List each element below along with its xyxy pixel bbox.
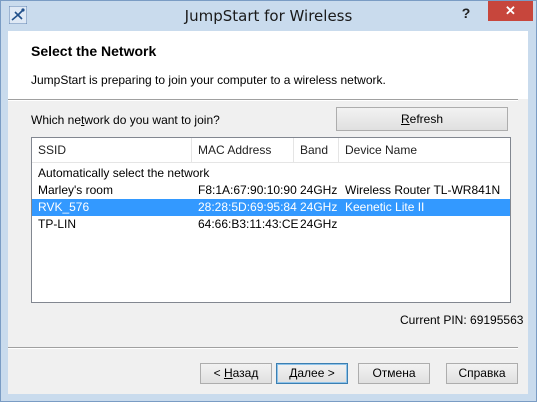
help-title-button[interactable]: ? [451,4,481,24]
column-header-mac[interactable]: MAC Address [192,138,294,162]
network-list[interactable]: SSID MAC Address Band Device Name Automa… [31,137,511,303]
footer-separator [8,347,518,349]
cell-band: 24GHz [300,217,338,231]
column-header-device[interactable]: Device Name [339,138,510,162]
dialog-client-area: Select the Network JumpStart is preparin… [8,31,528,394]
next-button[interactable]: Далее > [276,363,348,384]
header-separator [8,99,518,101]
network-question-label: Which network do you want to join? [31,113,220,127]
table-row-selected[interactable]: RVK_576 28:28:5D:69:95:84 24GHz Keenetic… [32,199,510,216]
dialog-window: JumpStart for Wireless ? ✕ Select the Ne… [0,0,537,402]
cell-ssid: RVK_576 [38,200,90,214]
help-button[interactable]: Справка [446,363,518,384]
page-description: JumpStart is preparing to join your comp… [31,73,386,87]
back-button[interactable]: < Назад [200,363,272,384]
close-button[interactable]: ✕ [488,1,533,21]
cell-device: Wireless Router TL-WR841N [345,183,501,197]
auto-select-label: Automatically select the network [38,166,210,180]
wizard-header: Select the Network JumpStart is preparin… [8,31,528,99]
column-header-band[interactable]: Band [294,138,339,162]
page-heading: Select the Network [31,43,157,59]
cell-ssid: Marley's room [38,183,113,197]
cancel-button[interactable]: Отмена [358,363,430,384]
table-row[interactable]: TP-LIN 64:66:B3:11:43:CE 24GHz [32,216,510,233]
current-pin-label: Current PIN: 69195563 [400,313,524,327]
network-list-header: SSID MAC Address Band Device Name [32,138,510,163]
cell-band: 24GHz [300,183,338,197]
close-icon: ✕ [505,3,516,18]
cell-ssid: TP-LIN [38,217,77,231]
cell-device: Keenetic Lite II [345,200,425,214]
cell-band: 24GHz [300,200,338,214]
title-bar[interactable]: JumpStart for Wireless ? ✕ [1,1,536,31]
list-item-auto-select[interactable]: Automatically select the network [32,165,510,182]
table-row[interactable]: Marley's room F8:1A:67:90:10:90 24GHz Wi… [32,182,510,199]
cell-mac: 28:28:5D:69:95:84 [198,200,297,214]
cell-mac: F8:1A:67:90:10:90 [198,183,297,197]
refresh-button[interactable]: Refresh [336,107,508,131]
column-header-ssid[interactable]: SSID [32,138,192,162]
cell-mac: 64:66:B3:11:43:CE [198,217,299,231]
